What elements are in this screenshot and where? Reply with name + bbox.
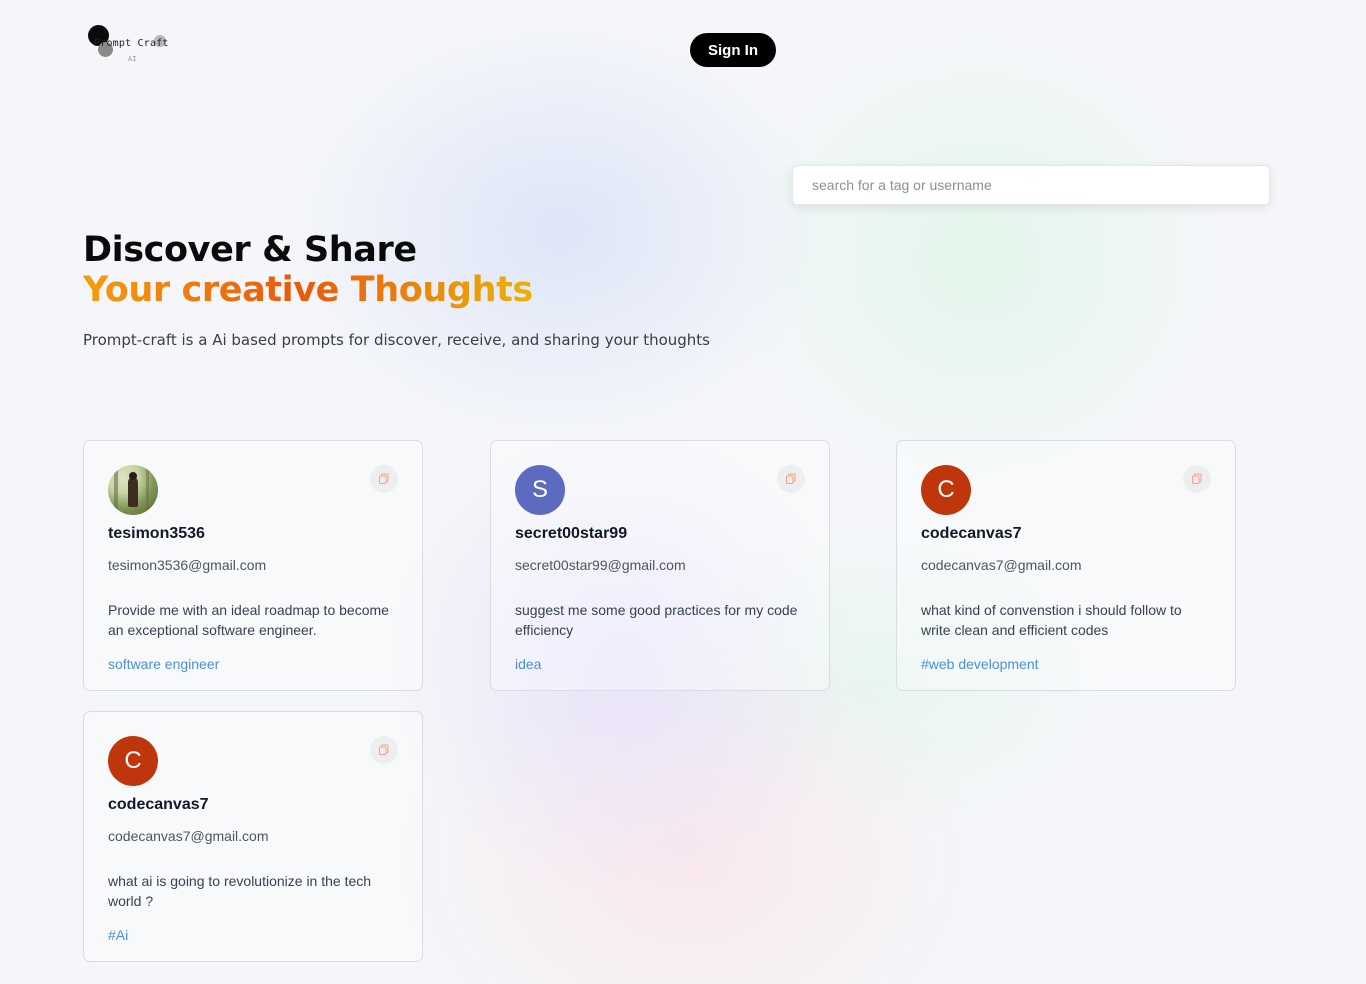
card-email: secret00star99@gmail.com xyxy=(515,557,686,573)
prompt-card: C codecanvas7 codecanvas7@gmail.com what… xyxy=(896,440,1236,691)
card-tag[interactable]: #Ai xyxy=(108,927,128,943)
avatar[interactable]: S xyxy=(515,465,565,515)
card-prompt-text: what ai is going to revolutionize in the… xyxy=(108,873,372,909)
prompt-card: S secret00star99 secret00star99@gmail.co… xyxy=(490,440,830,691)
prompt-card: tesimon3536 tesimon3536@gmail.com Provid… xyxy=(83,440,423,691)
card-prompt-text: what kind of convenstion i should follow… xyxy=(921,602,1182,638)
avatar-photo-tree xyxy=(146,467,149,513)
search-bar xyxy=(792,165,1270,205)
hero-subtitle: Prompt-craft is a Ai based prompts for d… xyxy=(83,331,710,349)
card-username[interactable]: codecanvas7 xyxy=(108,796,209,814)
avatar[interactable]: C xyxy=(108,736,158,786)
copy-button[interactable] xyxy=(777,465,805,493)
copy-icon xyxy=(1192,473,1202,484)
card-username[interactable]: tesimon3536 xyxy=(108,525,205,543)
avatar[interactable] xyxy=(108,465,158,515)
hero-title-gradient: Your creative Thoughts xyxy=(83,270,533,310)
card-username[interactable]: codecanvas7 xyxy=(921,525,1022,543)
avatar-letter: C xyxy=(124,747,142,774)
copy-button[interactable] xyxy=(1183,465,1211,493)
avatar-photo-tree xyxy=(114,469,118,513)
hero-title-line1: Discover & Share xyxy=(83,230,417,270)
avatar[interactable]: C xyxy=(921,465,971,515)
card-prompt-text: Provide me with an ideal roadmap to beco… xyxy=(108,602,389,638)
logo-text: Prompt Craft xyxy=(94,38,169,49)
avatar-letter: S xyxy=(531,476,548,503)
sign-in-button[interactable]: Sign In xyxy=(690,33,776,67)
card-tag[interactable]: software engineer xyxy=(108,656,219,672)
copy-icon xyxy=(786,473,796,484)
card-username[interactable]: secret00star99 xyxy=(515,525,627,543)
logo-subtext: AI xyxy=(128,55,137,63)
search-input[interactable] xyxy=(812,177,1269,193)
card-tag[interactable]: #web development xyxy=(921,656,1039,672)
hero-title: Discover & Share Your creative Thoughts xyxy=(83,230,533,310)
copy-icon xyxy=(379,473,389,484)
card-tag[interactable]: idea xyxy=(515,656,541,672)
card-email: codecanvas7@gmail.com xyxy=(108,828,269,844)
avatar-photo-person xyxy=(128,472,138,507)
logo[interactable]: Prompt Craft AI xyxy=(88,25,178,65)
copy-button[interactable] xyxy=(370,736,398,764)
prompt-card: C codecanvas7 codecanvas7@gmail.com what… xyxy=(83,711,423,962)
copy-icon xyxy=(379,744,389,755)
page: Prompt Craft AI Sign In Discover & Share… xyxy=(0,0,1366,984)
card-email: tesimon3536@gmail.com xyxy=(108,557,267,573)
card-email: codecanvas7@gmail.com xyxy=(921,557,1082,573)
copy-button[interactable] xyxy=(370,465,398,493)
avatar-letter: C xyxy=(937,476,955,503)
card-prompt-text: suggest me some good practices for my co… xyxy=(515,602,798,638)
